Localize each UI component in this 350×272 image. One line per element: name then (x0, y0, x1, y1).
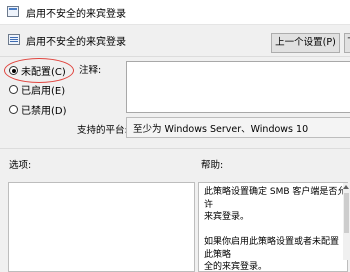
next-setting-button[interactable]: 下 (344, 33, 350, 53)
supported-platforms-label: 支持的平台: (77, 125, 128, 136)
radio-disabled[interactable]: 已禁用(D) (9, 102, 67, 118)
help-scrollbar[interactable] (343, 183, 350, 260)
scrollbar-thumb[interactable] (344, 193, 349, 233)
radio-disabled-label: 已禁用(D) (21, 106, 67, 117)
help-text: 此策略设置确定 SMB 客户端是否允许 来宾登录。 如果你启用此策略设置或者未配… (204, 187, 347, 272)
scroll-up-arrow-icon[interactable] (343, 185, 349, 189)
radio-enabled-label: 已启用(E) (21, 86, 66, 97)
options-section-label: 选项: (9, 160, 32, 171)
window-title: 启用不安全的来宾登录 (26, 9, 126, 20)
radio-not-configured-label: 未配置(C) (21, 67, 66, 78)
help-section-label: 帮助: (201, 160, 224, 171)
header-divider (0, 56, 350, 57)
supported-platforms-value: 至少为 Windows Server、Windows 10 (126, 117, 350, 138)
policy-title: 启用不安全的来宾登录 (26, 37, 126, 48)
radio-not-configured[interactable]: 未配置(C) (9, 63, 66, 79)
help-panel: 此策略设置确定 SMB 客户端是否允许 来宾登录。 如果你启用此策略设置或者未配… (198, 182, 348, 272)
options-panel (8, 182, 195, 272)
policy-setting-icon (8, 34, 20, 45)
section-divider (0, 148, 350, 149)
comment-textarea[interactable] (126, 61, 350, 113)
policy-window-icon (7, 6, 19, 17)
radio-button-icon[interactable] (9, 105, 18, 114)
radio-enabled[interactable]: 已启用(E) (9, 82, 65, 98)
window-titlebar: 启用不安全的来宾登录 (0, 0, 350, 25)
radio-button-checked-icon[interactable] (9, 66, 18, 75)
radio-button-icon[interactable] (9, 85, 18, 94)
previous-setting-button[interactable]: 上一个设置(P) (271, 33, 340, 53)
comment-label: 注释: (79, 65, 102, 76)
